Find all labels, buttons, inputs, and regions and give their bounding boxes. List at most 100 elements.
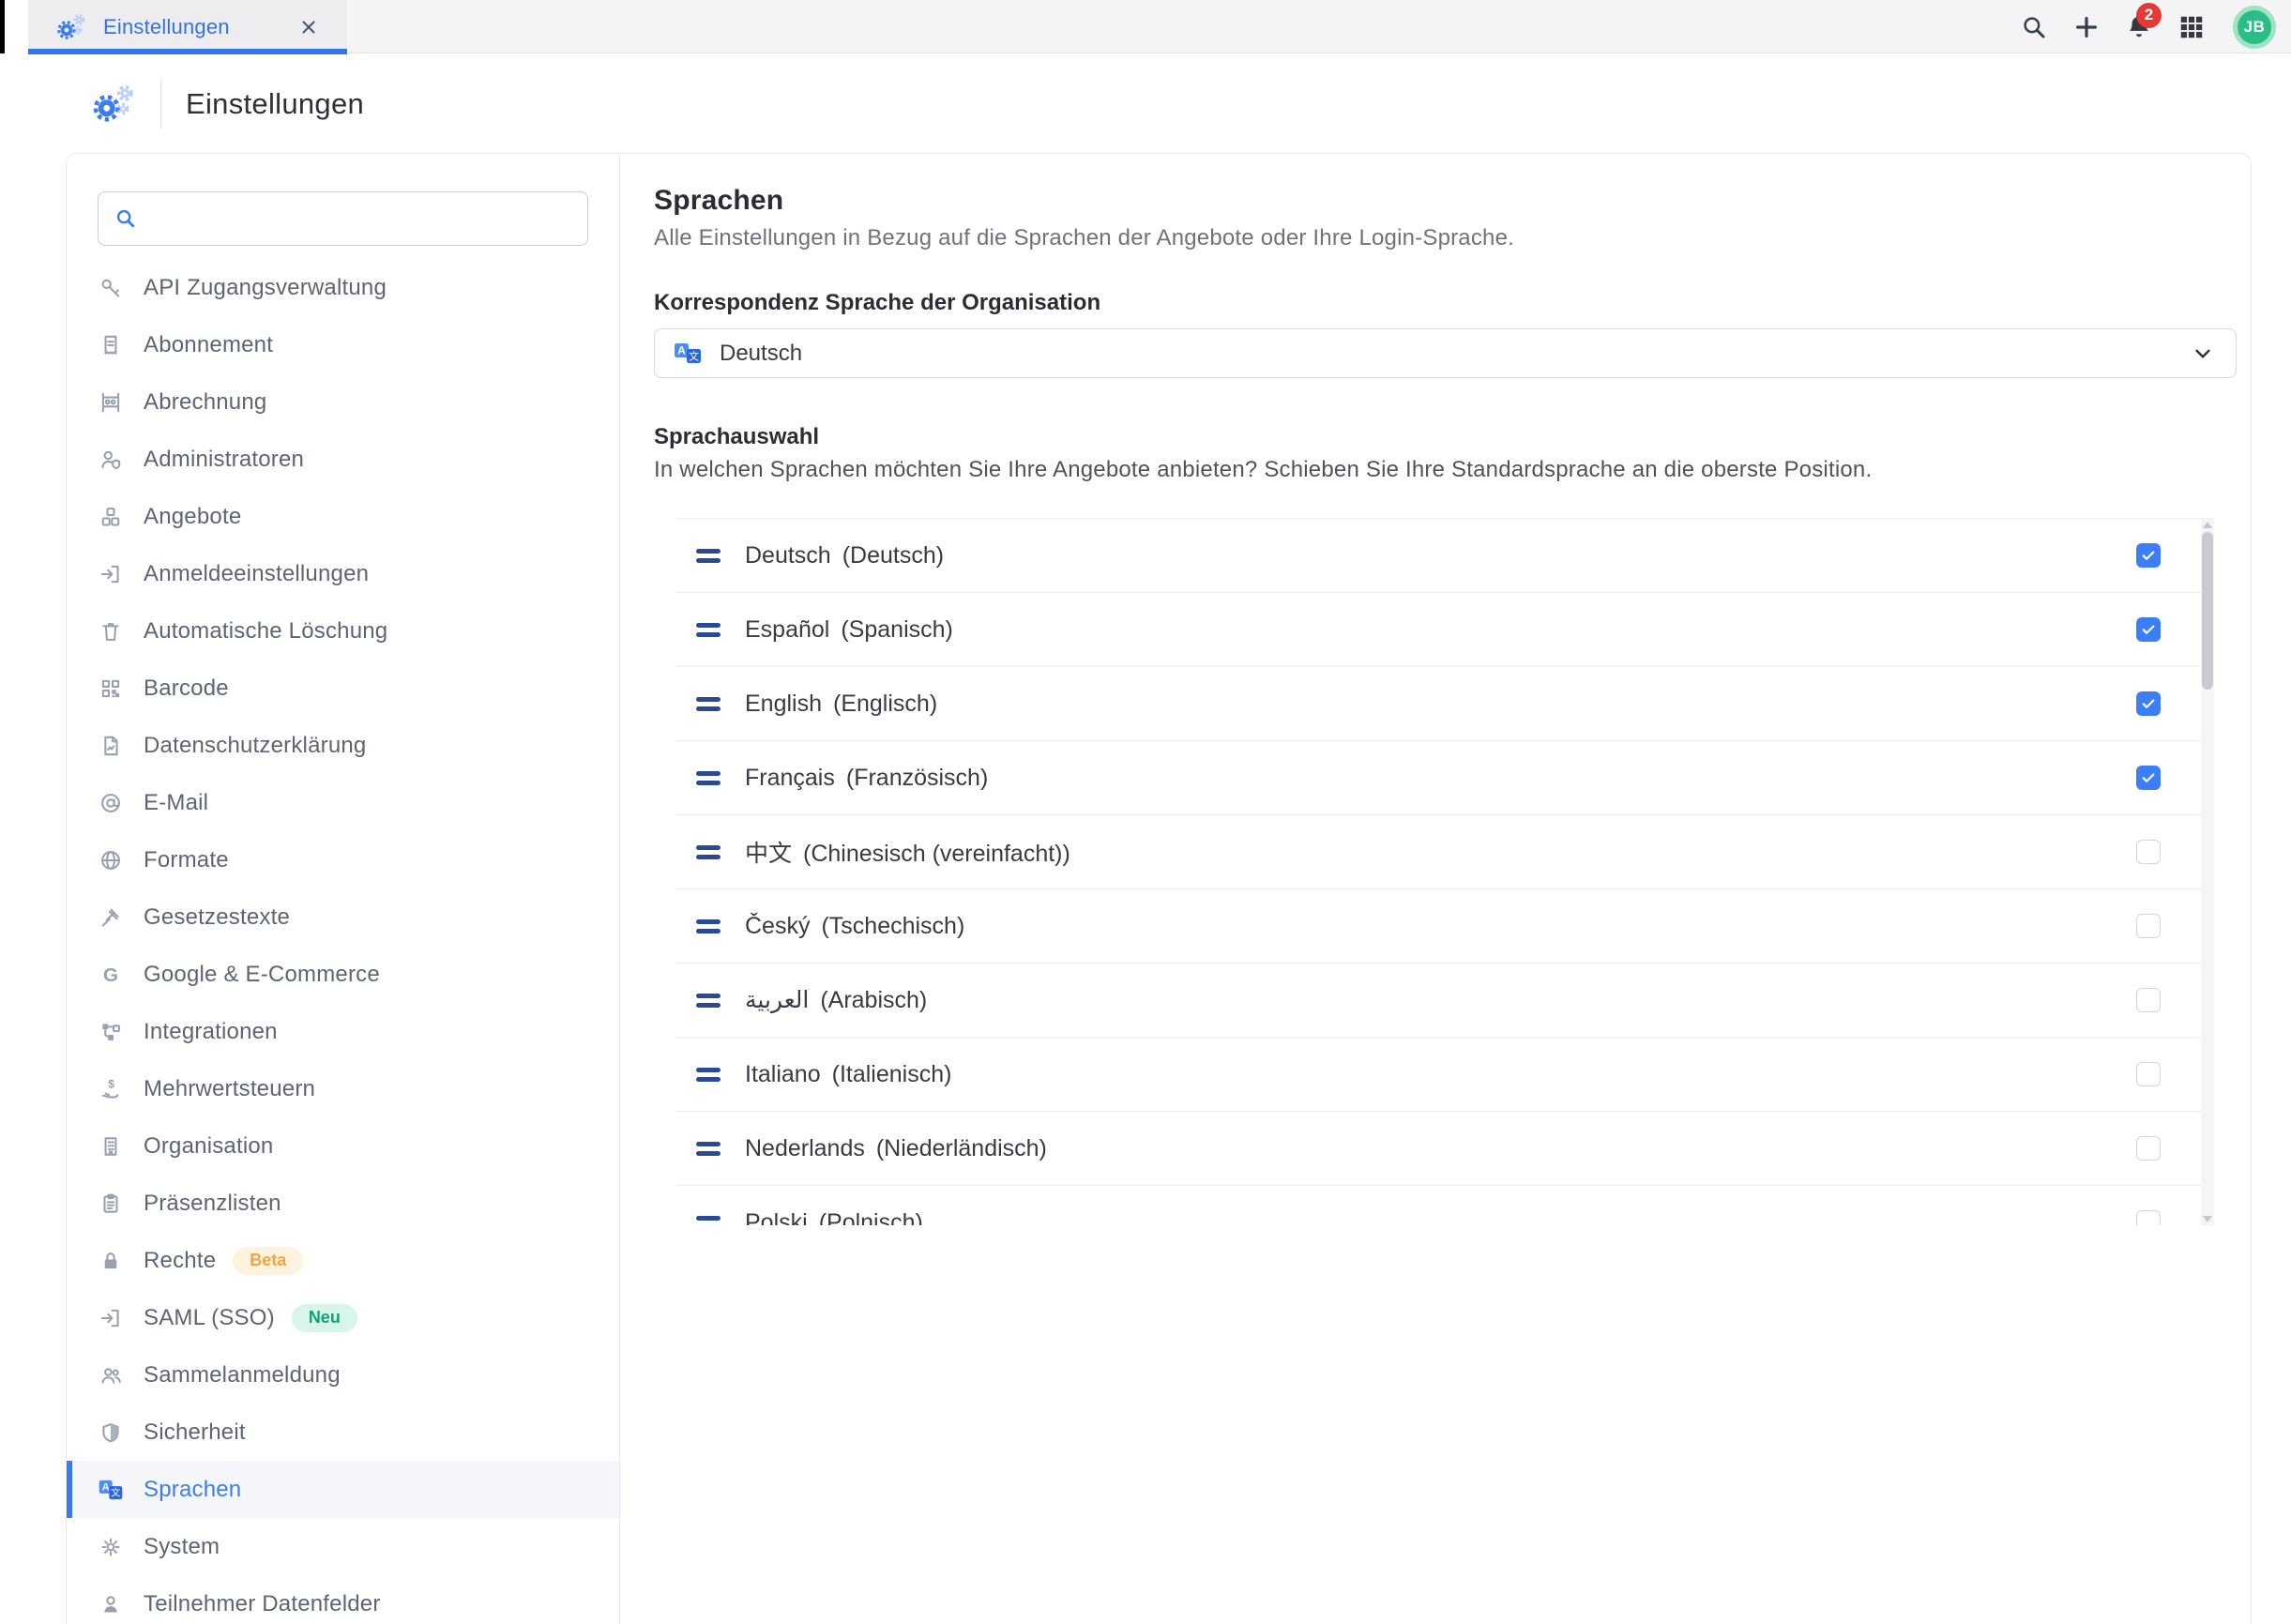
language-checkbox[interactable] (2136, 1210, 2161, 1225)
at-icon (99, 791, 123, 815)
sidebar-item-label: Google & E-Commerce (144, 962, 380, 988)
nodes-icon (99, 1020, 123, 1044)
language-checkbox[interactable] (2136, 1062, 2161, 1086)
language-row: 中文(Chinesisch (vereinfacht)) (675, 815, 2201, 889)
sidebar-item-api-zugangsverwaltung[interactable]: API Zugangsverwaltung (67, 259, 619, 316)
language-label: English(Englisch) (745, 691, 937, 718)
apps-grid-button[interactable] (2165, 1, 2218, 53)
scroll-down-arrow-icon[interactable] (2203, 1216, 2212, 1222)
sidebar-item-pr-senzlisten[interactable]: Präsenzlisten (67, 1175, 619, 1232)
receipt-icon (99, 333, 123, 357)
main-content: Sprachen Alle Einstellungen in Bezug auf… (621, 154, 2251, 1624)
avatar[interactable]: JB (2233, 6, 2276, 49)
sidebar-item-label: Anmeldeeinstellungen (144, 561, 369, 587)
drag-handle[interactable] (696, 919, 721, 933)
login-icon (98, 562, 124, 586)
language-checkbox[interactable] (2136, 988, 2161, 1012)
correspondence-language-select[interactable]: A 文 Deutsch (654, 328, 2237, 378)
at-icon (98, 791, 124, 815)
search-button[interactable] (2008, 1, 2060, 53)
gear-icon (99, 1535, 123, 1559)
sidebar-item-datenschutzerkl-rung[interactable]: Datenschutzerklärung (67, 717, 619, 774)
add-button[interactable] (2060, 1, 2113, 53)
language-label: Deutsch(Deutsch) (745, 542, 944, 569)
sidebar-item-anmeldeeinstellungen[interactable]: Anmeldeeinstellungen (67, 545, 619, 602)
language-label: العربية(Arabisch) (745, 986, 927, 1014)
sidebar-item-e-mail[interactable]: E-Mail (67, 774, 619, 831)
sidebar-item-integrationen[interactable]: Integrationen (67, 1003, 619, 1060)
sidebar-item-label: Sprachen (144, 1477, 241, 1503)
sidebar-item-sicherheit[interactable]: Sicherheit (67, 1404, 619, 1461)
language-label: Nederlands(Niederländisch) (745, 1135, 1047, 1162)
sidebar-item-administratoren[interactable]: Administratoren (67, 431, 619, 488)
users-icon (98, 1363, 124, 1388)
svg-text:G: G (103, 964, 118, 986)
sidebar-item-abonnement[interactable]: Abonnement (67, 316, 619, 373)
sidebar-item-label: Sammelanmeldung (144, 1362, 341, 1389)
language-row: Français(Französisch) (675, 741, 2201, 815)
user-shield-icon (99, 448, 123, 472)
sidebar-item-saml-sso-[interactable]: SAML (SSO)Neu (67, 1289, 619, 1346)
drag-handle[interactable] (696, 697, 721, 711)
svg-text:文: 文 (111, 1486, 120, 1498)
drag-handle[interactable] (696, 994, 721, 1008)
document-icon (99, 734, 123, 758)
nodes-icon (98, 1020, 124, 1044)
sidebar-item-angebote[interactable]: Angebote (67, 488, 619, 545)
sidebar-item-formate[interactable]: Formate (67, 831, 619, 888)
sidebar-item-teilnehmer-datenfelder[interactable]: Teilnehmer Datenfelder (67, 1575, 619, 1624)
sidebar-item-mehrwertsteuern[interactable]: $Mehrwertsteuern (67, 1060, 619, 1117)
drag-handle[interactable] (696, 623, 721, 637)
key-icon (98, 276, 124, 300)
sidebar-item-label: Gesetzestexte (144, 904, 290, 931)
sidebar-item-automatische-l-schung[interactable]: Automatische Löschung (67, 602, 619, 660)
scroll-up-arrow-icon[interactable] (2203, 522, 2212, 528)
settings-gears-icon (54, 11, 88, 43)
translate-icon: A文 (98, 1476, 124, 1504)
settings-card: API Zugangsverwaltung Abonnement Abrechnun… (66, 153, 2252, 1624)
language-checkbox[interactable] (2136, 617, 2161, 642)
drag-handle[interactable] (696, 771, 721, 785)
sidebar-item-barcode[interactable]: Barcode (67, 660, 619, 717)
page-title: Einstellungen (186, 87, 364, 121)
sidebar-item-label: API Zugangsverwaltung (144, 275, 387, 301)
drag-handle[interactable] (696, 1216, 721, 1226)
sidebar-item-sprachen[interactable]: A文 Sprachen (67, 1461, 619, 1518)
list-scrollbar[interactable] (2201, 519, 2214, 1225)
plus-icon (2072, 13, 2101, 41)
sidebar-item-abrechnung[interactable]: Abrechnung (67, 373, 619, 431)
tab-einstellungen[interactable]: Einstellungen (28, 0, 347, 53)
language-checkbox[interactable] (2136, 543, 2161, 568)
sidebar-item-organisation[interactable]: Organisation (67, 1117, 619, 1175)
sidebar-item-system[interactable]: System (67, 1518, 619, 1575)
language-checkbox[interactable] (2136, 691, 2161, 716)
sidebar-item-label: Abrechnung (144, 389, 266, 416)
language-label: Español(Spanisch) (745, 616, 953, 644)
content-subtitle: Alle Einstellungen in Bezug auf die Spra… (654, 225, 2251, 251)
vat-icon: $ (98, 1077, 124, 1101)
google-icon: G (98, 963, 124, 987)
app-header: Einstellungen (0, 54, 2291, 153)
sidebar-item-gesetzestexte[interactable]: Gesetzestexte (67, 888, 619, 946)
sidebar-item-sammelanmeldung[interactable]: Sammelanmeldung (67, 1346, 619, 1404)
document-icon (98, 734, 124, 758)
language-checkbox[interactable] (2136, 914, 2161, 938)
sidebar-item-google-e-commerce[interactable]: G Google & E-Commerce (67, 946, 619, 1003)
sidebar-search-input[interactable] (138, 192, 587, 245)
check-icon (2140, 769, 2157, 786)
tab-close-icon[interactable] (295, 13, 323, 41)
key-icon (99, 276, 123, 300)
drag-handle[interactable] (696, 549, 721, 563)
check-icon (2140, 621, 2157, 638)
scrollbar-thumb[interactable] (2202, 532, 2213, 690)
cubes-icon (99, 505, 123, 529)
language-checkbox[interactable] (2136, 840, 2161, 864)
drag-handle[interactable] (696, 1142, 721, 1156)
drag-handle[interactable] (696, 845, 721, 859)
notifications-button[interactable]: 2 (2113, 1, 2165, 53)
sidebar-item-rechte[interactable]: RechteBeta (67, 1232, 619, 1289)
language-checkbox[interactable] (2136, 766, 2161, 790)
sidebar-item-label: Formate (144, 847, 229, 873)
language-checkbox[interactable] (2136, 1136, 2161, 1161)
drag-handle[interactable] (696, 1068, 721, 1082)
